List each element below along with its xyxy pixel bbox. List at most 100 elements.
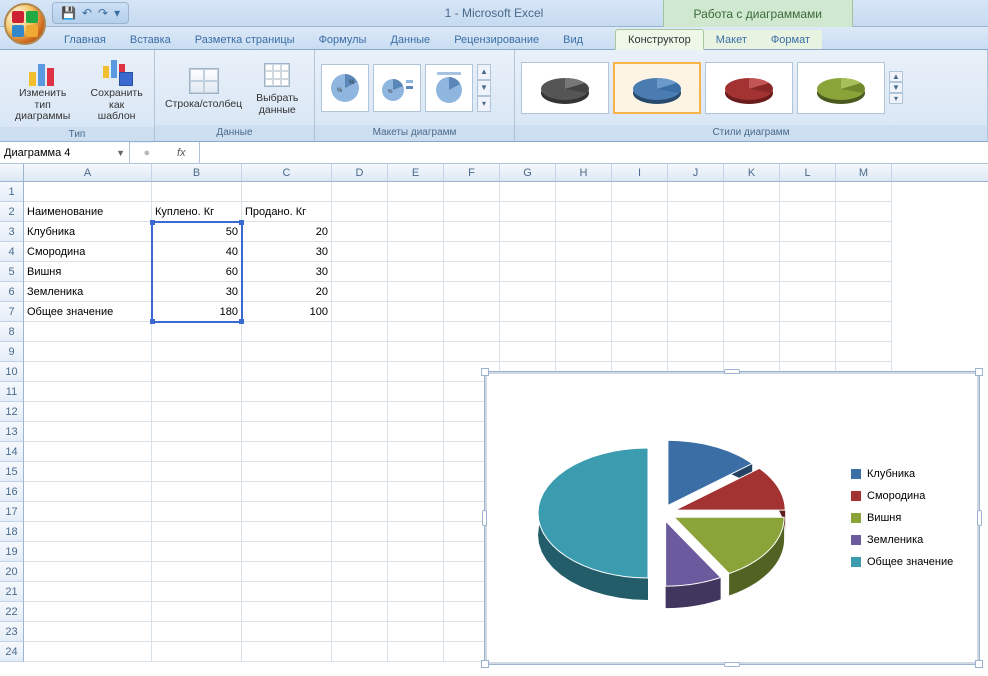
cell[interactable]: [152, 362, 242, 382]
row-header[interactable]: 2: [0, 202, 24, 222]
cell[interactable]: [152, 342, 242, 362]
row-header[interactable]: 12: [0, 402, 24, 422]
cell[interactable]: [500, 202, 556, 222]
select-data-button[interactable]: Выбратьданные: [252, 57, 302, 118]
cell[interactable]: [388, 382, 444, 402]
cell[interactable]: [332, 642, 388, 662]
column-header[interactable]: H: [556, 164, 612, 181]
cell[interactable]: [332, 562, 388, 582]
cell[interactable]: [332, 182, 388, 202]
cell[interactable]: [780, 202, 836, 222]
cell[interactable]: 180: [152, 302, 242, 322]
cell[interactable]: [724, 222, 780, 242]
office-button[interactable]: [4, 3, 46, 45]
cell[interactable]: [724, 242, 780, 262]
cell[interactable]: [668, 222, 724, 242]
chart-resize-handle[interactable]: [975, 660, 983, 668]
cell[interactable]: [556, 302, 612, 322]
chart-layout-2[interactable]: %: [373, 64, 421, 112]
chart-layout-3[interactable]: [425, 64, 473, 112]
cell[interactable]: [612, 262, 668, 282]
row-header[interactable]: 4: [0, 242, 24, 262]
tab-review[interactable]: Рецензирование: [442, 30, 551, 49]
row-header[interactable]: 17: [0, 502, 24, 522]
cell[interactable]: [242, 362, 332, 382]
cell[interactable]: [556, 222, 612, 242]
chart-style-2[interactable]: [613, 62, 701, 114]
cell[interactable]: [24, 382, 152, 402]
cell[interactable]: [612, 222, 668, 242]
gallery-down-icon[interactable]: ▼: [889, 82, 903, 93]
cell[interactable]: [24, 442, 152, 462]
save-as-template-button[interactable]: Сохранитькак шаблон: [85, 52, 148, 125]
cell[interactable]: [152, 622, 242, 642]
cell[interactable]: [332, 282, 388, 302]
cell[interactable]: [242, 642, 332, 662]
cell[interactable]: 30: [242, 262, 332, 282]
cell[interactable]: [388, 282, 444, 302]
cell[interactable]: [388, 342, 444, 362]
cell[interactable]: [780, 342, 836, 362]
cell[interactable]: [836, 302, 892, 322]
cell[interactable]: [242, 562, 332, 582]
cell[interactable]: [242, 602, 332, 622]
cell[interactable]: [724, 202, 780, 222]
tab-data[interactable]: Данные: [378, 30, 442, 49]
cell[interactable]: [332, 622, 388, 642]
cell[interactable]: [152, 522, 242, 542]
column-header[interactable]: A: [24, 164, 152, 181]
row-header[interactable]: 20: [0, 562, 24, 582]
cell[interactable]: 50: [152, 222, 242, 242]
cell[interactable]: [24, 402, 152, 422]
chart-style-1[interactable]: [521, 62, 609, 114]
cell[interactable]: 100: [242, 302, 332, 322]
cell[interactable]: [444, 202, 500, 222]
cell[interactable]: Клубника: [24, 222, 152, 242]
cell[interactable]: [668, 302, 724, 322]
name-box-input[interactable]: [4, 147, 104, 159]
tab-format[interactable]: Формат: [759, 30, 822, 49]
cell[interactable]: [152, 482, 242, 502]
cell[interactable]: [24, 502, 152, 522]
cell[interactable]: [500, 182, 556, 202]
chart-layout-1[interactable]: %%: [321, 64, 369, 112]
cell[interactable]: 40: [152, 242, 242, 262]
cell[interactable]: [836, 322, 892, 342]
cell[interactable]: [668, 282, 724, 302]
cell[interactable]: [780, 182, 836, 202]
row-header[interactable]: 22: [0, 602, 24, 622]
cell[interactable]: [242, 462, 332, 482]
cell[interactable]: [332, 462, 388, 482]
cell[interactable]: [388, 442, 444, 462]
qat-dropdown-icon[interactable]: ▾: [114, 6, 120, 20]
cell[interactable]: [388, 202, 444, 222]
chart-plot-area[interactable]: [493, 398, 851, 638]
cell[interactable]: Продано. Кг: [242, 202, 332, 222]
cell[interactable]: [388, 402, 444, 422]
cell[interactable]: [242, 182, 332, 202]
cell[interactable]: [332, 442, 388, 462]
chart-style-3[interactable]: [705, 62, 793, 114]
row-header[interactable]: 7: [0, 302, 24, 322]
cell[interactable]: [332, 262, 388, 282]
cell[interactable]: [444, 222, 500, 242]
cell[interactable]: [388, 362, 444, 382]
gallery-expand-icon[interactable]: ▾: [477, 96, 491, 112]
row-header[interactable]: 18: [0, 522, 24, 542]
column-header[interactable]: I: [612, 164, 668, 181]
row-header[interactable]: 23: [0, 622, 24, 642]
cell[interactable]: [556, 342, 612, 362]
row-header[interactable]: 11: [0, 382, 24, 402]
cell[interactable]: [836, 242, 892, 262]
switch-row-column-button[interactable]: Строка/столбец: [161, 63, 246, 113]
cell[interactable]: [444, 262, 500, 282]
tab-layout[interactable]: Макет: [704, 30, 759, 49]
cell[interactable]: [500, 282, 556, 302]
cell[interactable]: [152, 542, 242, 562]
cell[interactable]: [332, 322, 388, 342]
cell[interactable]: [780, 242, 836, 262]
cell[interactable]: [612, 322, 668, 342]
cell[interactable]: [24, 582, 152, 602]
cell[interactable]: [242, 622, 332, 642]
cell[interactable]: [836, 202, 892, 222]
